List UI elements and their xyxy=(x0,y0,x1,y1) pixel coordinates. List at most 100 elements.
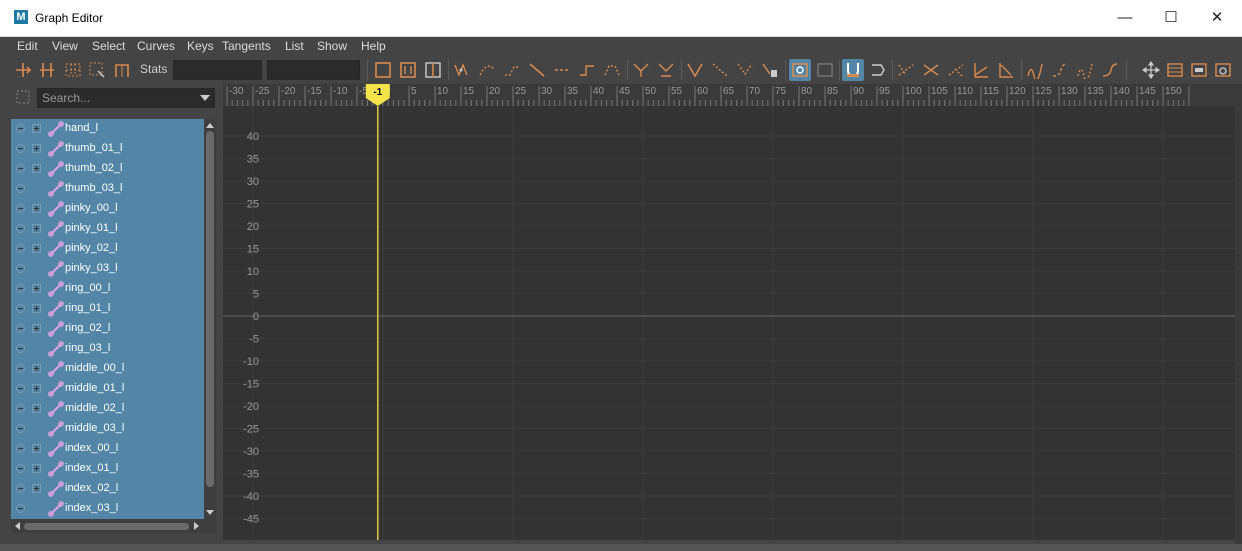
free-tangent-weight-icon[interactable] xyxy=(686,61,704,79)
scroll-left-arrow-icon[interactable] xyxy=(12,519,22,533)
outliner-row[interactable]: thumb_02_l xyxy=(11,159,204,179)
menu-keys[interactable]: Keys xyxy=(187,39,214,53)
expand-toggle-icon[interactable] xyxy=(32,404,41,413)
cycle-offset-icon[interactable] xyxy=(947,61,965,79)
oscillate-icon[interactable] xyxy=(972,61,990,79)
collapse-toggle-icon[interactable] xyxy=(16,284,25,293)
expand-toggle-icon[interactable] xyxy=(32,444,41,453)
collapse-toggle-icon[interactable] xyxy=(16,224,25,233)
linear-tangent-icon[interactable] xyxy=(528,61,546,79)
expand-toggle-icon[interactable] xyxy=(32,304,41,313)
expand-toggle-icon[interactable] xyxy=(32,204,41,213)
outliner-row[interactable]: hand_l xyxy=(11,119,204,139)
menu-show[interactable]: Show xyxy=(317,39,347,53)
collapse-toggle-icon[interactable] xyxy=(16,484,25,493)
collapse-toggle-icon[interactable] xyxy=(16,244,25,253)
collapse-toggle-icon[interactable] xyxy=(16,324,25,333)
frame-playback-icon[interactable] xyxy=(424,61,442,79)
outliner-row[interactable]: middle_02_l xyxy=(11,399,204,419)
curve-filter-2-icon[interactable] xyxy=(1051,61,1069,79)
retime-icon[interactable] xyxy=(113,61,131,79)
insert-key-icon[interactable] xyxy=(38,61,56,79)
scroll-up-arrow-icon[interactable] xyxy=(204,120,216,130)
expand-toggle-icon[interactable] xyxy=(32,384,41,393)
maximize-button[interactable]: ☐ xyxy=(1148,0,1194,36)
outliner-row[interactable]: index_01_l xyxy=(11,459,204,479)
collapse-toggle-icon[interactable] xyxy=(16,304,25,313)
linear-infinity-icon[interactable] xyxy=(997,61,1015,79)
snap-magnet-icon[interactable] xyxy=(842,59,864,81)
outliner-row[interactable]: ring_01_l xyxy=(11,299,204,319)
search-input[interactable] xyxy=(42,89,192,107)
menu-edit[interactable]: Edit xyxy=(17,39,38,53)
collapse-toggle-icon[interactable] xyxy=(16,364,25,373)
close-button[interactable]: ✕ xyxy=(1194,0,1240,36)
expand-toggle-icon[interactable] xyxy=(32,364,41,373)
collapse-toggle-icon[interactable] xyxy=(16,424,25,433)
swap-buffer-icon[interactable] xyxy=(816,61,834,79)
post-infinity-cycle-icon[interactable] xyxy=(922,61,940,79)
move-key-icon[interactable] xyxy=(14,61,32,79)
collapse-toggle-icon[interactable] xyxy=(16,384,25,393)
scroll-down-arrow-icon[interactable] xyxy=(204,508,216,518)
menu-select[interactable]: Select xyxy=(92,39,125,53)
menu-curves[interactable]: Curves xyxy=(137,39,175,53)
collapse-toggle-icon[interactable] xyxy=(16,444,25,453)
collapse-toggle-icon[interactable] xyxy=(16,344,25,353)
curve-filter-1-icon[interactable] xyxy=(1026,61,1044,79)
menu-list[interactable]: List xyxy=(285,39,304,53)
plateau-tangent-icon[interactable] xyxy=(603,61,621,79)
outliner-row[interactable]: thumb_03_l xyxy=(11,179,204,199)
curve-weighted-icon[interactable] xyxy=(736,61,754,79)
region-icon[interactable] xyxy=(88,61,106,79)
outliner-row[interactable]: ring_03_l xyxy=(11,339,204,359)
dope-sheet-icon[interactable] xyxy=(1166,61,1184,79)
collapse-toggle-icon[interactable] xyxy=(16,204,25,213)
outliner-row[interactable]: middle_01_l xyxy=(11,379,204,399)
expand-toggle-icon[interactable] xyxy=(32,144,41,153)
filter-icon[interactable] xyxy=(15,89,31,105)
outliner-row[interactable]: index_03_l xyxy=(11,499,204,519)
expand-toggle-icon[interactable] xyxy=(32,164,41,173)
outliner-row[interactable]: thumb_01_l xyxy=(11,139,204,159)
menu-tangents[interactable]: Tangents xyxy=(222,39,271,53)
stats-field-1[interactable] xyxy=(173,60,262,80)
vertical-scrollbar[interactable] xyxy=(204,119,216,519)
collapse-toggle-icon[interactable] xyxy=(16,124,25,133)
graph-view[interactable]: -35-30-25-20-15-10-505101520253035404550… xyxy=(223,84,1235,540)
frame-all-icon[interactable] xyxy=(374,61,392,79)
outliner-row[interactable]: ring_00_l xyxy=(11,279,204,299)
spline-tangent-icon[interactable] xyxy=(478,61,496,79)
outliner-row[interactable]: pinky_03_l xyxy=(11,259,204,279)
outliner-row[interactable]: ring_02_l xyxy=(11,319,204,339)
key-stats-icon[interactable] xyxy=(761,61,779,79)
lock-tangent-weight-icon[interactable] xyxy=(711,61,729,79)
expand-toggle-icon[interactable] xyxy=(32,224,41,233)
expand-toggle-icon[interactable] xyxy=(32,284,41,293)
expand-toggle-icon[interactable] xyxy=(32,244,41,253)
minimize-button[interactable]: — xyxy=(1102,0,1148,36)
vertical-scroll-thumb[interactable] xyxy=(206,131,214,487)
collapse-toggle-icon[interactable] xyxy=(16,164,25,173)
outliner-row[interactable]: pinky_01_l xyxy=(11,219,204,239)
menu-help[interactable]: Help xyxy=(361,39,386,53)
curve-filter-4-icon[interactable] xyxy=(1101,61,1119,79)
time-editor-icon[interactable] xyxy=(1214,61,1232,79)
curve-filter-3-icon[interactable] xyxy=(1076,61,1094,79)
expand-toggle-icon[interactable] xyxy=(32,464,41,473)
auto-tangent-icon[interactable] xyxy=(453,61,471,79)
frame-selection-icon[interactable] xyxy=(399,61,417,79)
collapse-toggle-icon[interactable] xyxy=(16,264,25,273)
search-box[interactable] xyxy=(37,88,215,108)
outliner-row[interactable]: index_00_l xyxy=(11,439,204,459)
scroll-right-arrow-icon[interactable] xyxy=(192,519,202,533)
break-tangents-icon[interactable] xyxy=(632,61,650,79)
step-tangent-icon[interactable] xyxy=(578,61,596,79)
flat-tangent-icon[interactable] xyxy=(553,61,571,79)
buffer-curve-icon[interactable] xyxy=(789,59,811,81)
chevron-down-icon[interactable] xyxy=(200,95,210,101)
collapse-toggle-icon[interactable] xyxy=(16,504,25,513)
expand-toggle-icon[interactable] xyxy=(32,484,41,493)
move-manipulator-icon[interactable] xyxy=(1142,61,1160,79)
unify-tangents-icon[interactable] xyxy=(657,61,675,79)
